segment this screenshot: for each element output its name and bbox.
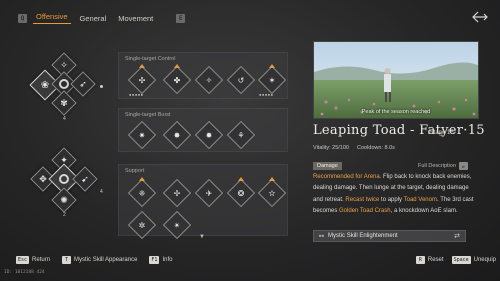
panel-single-target-burst: Single-target Burst ✷ ✸ ✹ ⚘ [118, 108, 288, 152]
skill-icon: ✴ [173, 220, 181, 230]
desc-part: , a knockdown AoE slam. [390, 208, 458, 215]
panel-support: Support ❈ ✢ ✈ ❂ ✫ ✲ ✴ [118, 164, 288, 240]
ring-icon [59, 174, 69, 184]
back-arrow-icon[interactable] [470, 9, 490, 25]
skill-name: Leaping Toad - Fatyer·15 [313, 123, 485, 138]
node-level: 4 [100, 189, 103, 195]
info-key[interactable]: F1 [149, 256, 160, 264]
enlightenment-icon: ⚯ [319, 233, 325, 240]
bottom-hints: Esc Return T Mystic Skill Appearance F1 … [16, 256, 496, 264]
skill-icon: ✶ [268, 75, 276, 85]
node-level: 2 [63, 212, 66, 218]
skill-icon: ✤ [173, 75, 181, 85]
spiral-icon: ✺ [60, 194, 68, 205]
skill-type-tag: Damage [313, 162, 342, 170]
skill-icon: ✸ [173, 130, 181, 140]
skill-icon: ⚘ [237, 130, 245, 140]
return-key[interactable]: Esc [16, 256, 30, 264]
desc-part: Golden Toad Crash [339, 208, 391, 215]
rank-stars: ●●●●● [129, 92, 144, 97]
skill-icon: ↺ [237, 75, 245, 85]
skill-icon: ✫ [268, 188, 276, 198]
unequip-label[interactable]: Unequip [474, 257, 496, 263]
enlightenment-label: Mystic Skill Enlightenment [328, 233, 398, 239]
vitality-value: Vitality: 25/100 [313, 145, 349, 151]
link-dot [100, 85, 103, 88]
skill-icon: ✢ [173, 188, 181, 198]
skill-icon: ✈ [205, 188, 213, 198]
preview-scene [314, 42, 478, 118]
upgrade-arrow-icon [139, 177, 145, 181]
full-description-label: Full Description [418, 163, 456, 169]
bloom-icon: ✾ [60, 97, 68, 108]
skill-description: Recommended for Arena. Flip back to knoc… [313, 172, 480, 218]
appearance-label[interactable]: Mystic Skill Appearance [74, 257, 137, 263]
toggle-key-icon: ⇄ [458, 162, 468, 170]
tab-bar: Q Offensive General Movement E [18, 10, 186, 26]
tab-general[interactable]: General [77, 14, 110, 23]
skill-icon: ✣ [138, 75, 146, 85]
ring-icon [59, 79, 69, 89]
next-tab-key[interactable]: E [176, 13, 186, 23]
desc-part: to apply [379, 196, 404, 203]
rank-stars: ●●●●● [259, 92, 274, 97]
skill-stage: /Stage 15 [428, 130, 454, 136]
upgrade-arrow-icon [174, 64, 180, 68]
skill-preview: Peak of the season reached [313, 41, 479, 119]
tab-movement[interactable]: Movement [115, 14, 156, 23]
user-id: ID: 1812188 424 [4, 270, 45, 275]
slash-icon: ➶ [79, 78, 87, 89]
tab-offensive[interactable]: Offensive [33, 12, 71, 24]
panel-title: Single-target Control [125, 56, 176, 62]
swap-icon: ⇄ [454, 233, 460, 240]
unequip-key[interactable]: Space [451, 256, 471, 264]
reset-key[interactable]: R [415, 256, 425, 264]
desc-part: Recast twice [345, 196, 380, 203]
skill-icon: ❂ [237, 188, 245, 198]
enlightenment-button[interactable]: ⚯ Mystic Skill Enlightenment ⇄ [313, 230, 466, 242]
skill-tree-bottom-cluster: ✦ ✥ ➹ ✺ 2 4 [22, 145, 112, 220]
node-level: 4 [63, 116, 66, 122]
appearance-key[interactable]: T [62, 256, 72, 264]
scroll-down-icon[interactable]: ▼ [199, 234, 205, 240]
return-label[interactable]: Return [32, 257, 50, 263]
upgrade-arrow-icon [238, 177, 244, 181]
panel-title: Single-target Burst [125, 112, 171, 118]
desc-part: Recommended for Arena. [313, 174, 382, 180]
reset-label[interactable]: Reset [428, 257, 444, 263]
upgrade-arrow-icon [269, 64, 275, 68]
panel-title: Support [125, 168, 145, 174]
info-label[interactable]: Info [162, 257, 172, 263]
prev-tab-key[interactable]: Q [18, 13, 27, 23]
skill-tree-top-cluster: ✧ ❀ ➶ ✾ 4 [22, 50, 112, 125]
skill-icon: ✹ [205, 130, 213, 140]
skill-icon: ✷ [138, 130, 146, 140]
skill-icon: ❈ [138, 188, 146, 198]
full-description-toggle[interactable]: Full Description ⇄ [418, 162, 471, 170]
wave-icon: ➹ [81, 173, 89, 184]
panel-single-target-control: Single-target Control ✣ ●●●●● ✤ ✧ ↺ ✶ ●●… [118, 52, 288, 99]
upgrade-arrow-icon [139, 64, 145, 68]
skill-stats: Vitality: 25/100 Cooldown: 8.0s [313, 145, 395, 151]
desc-part: Toad Venom [403, 196, 437, 203]
skill-icon: ✧ [205, 75, 213, 85]
cooldown-value: Cooldown: 8.0s [356, 145, 395, 151]
skill-icon: ✲ [138, 220, 146, 230]
preview-caption: Peak of the season reached [361, 109, 431, 115]
upgrade-arrow-icon [269, 177, 275, 181]
